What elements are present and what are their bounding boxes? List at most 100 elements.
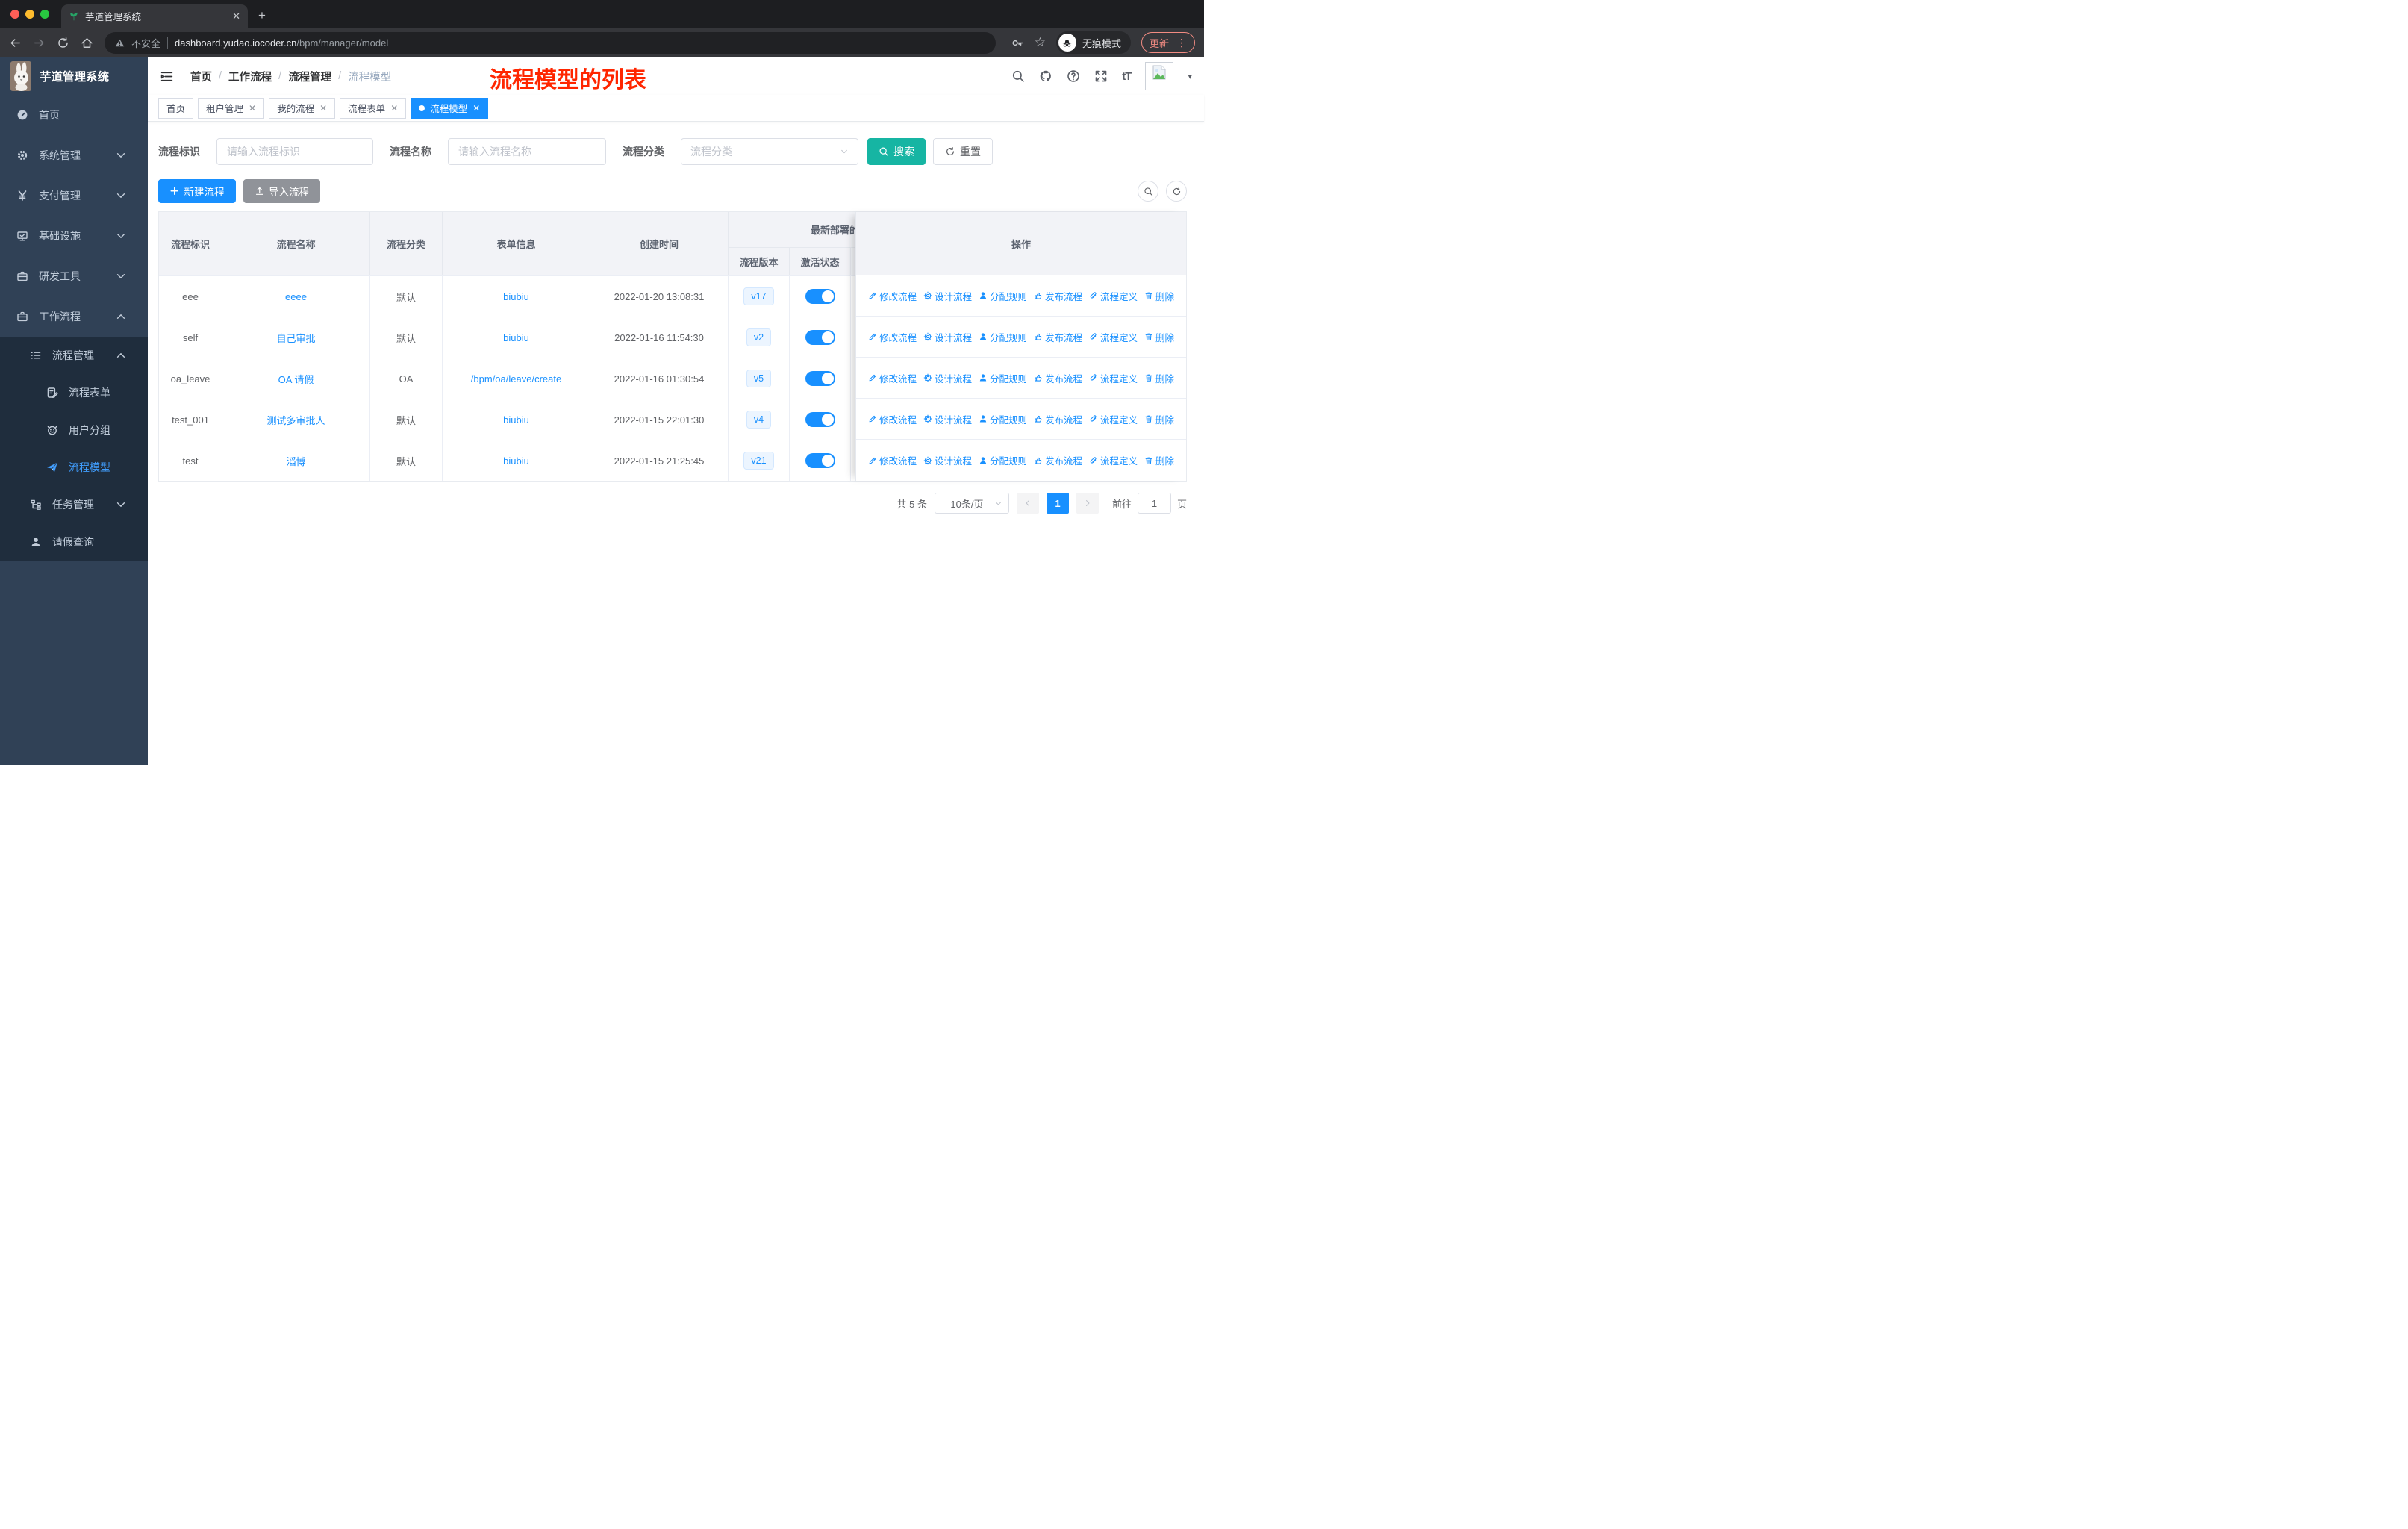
github-icon[interactable]: [1039, 69, 1052, 83]
action-分配规则[interactable]: 分配规则: [979, 412, 1027, 426]
not-secure-label[interactable]: 不安全: [131, 36, 160, 50]
action-发布流程[interactable]: 发布流程: [1034, 412, 1082, 426]
sidebar-item-任务管理[interactable]: 任务管理: [0, 486, 148, 523]
action-设计流程[interactable]: 设计流程: [923, 371, 972, 385]
version-badge[interactable]: v4: [746, 411, 772, 429]
refresh-table-button[interactable]: [1166, 181, 1187, 202]
action-删除[interactable]: 删除: [1144, 412, 1174, 426]
tab-close-icon[interactable]: ✕: [232, 10, 240, 22]
import-process-button[interactable]: 导入流程: [243, 179, 320, 203]
action-发布流程[interactable]: 发布流程: [1034, 289, 1082, 303]
sidebar-item-流程模型[interactable]: 流程模型: [0, 449, 148, 486]
sidebar-item-工作流程[interactable]: 工作流程: [0, 296, 148, 337]
action-发布流程[interactable]: 发布流程: [1034, 453, 1082, 467]
url-text[interactable]: dashboard.yudao.iocoder.cn/bpm/manager/m…: [175, 37, 388, 49]
window-minimize-button[interactable]: [25, 9, 34, 19]
form-info-link[interactable]: /bpm/oa/leave/create: [471, 373, 561, 384]
url-bar[interactable]: 不安全 dashboard.yudao.iocoder.cn/bpm/manag…: [105, 31, 996, 54]
reset-button[interactable]: 重置: [933, 138, 993, 165]
forward-icon[interactable]: [33, 37, 46, 49]
reload-icon[interactable]: [57, 37, 69, 49]
action-修改流程[interactable]: 修改流程: [868, 412, 917, 426]
sidebar-collapse-icon[interactable]: [160, 69, 174, 84]
version-badge[interactable]: v21: [743, 452, 774, 470]
sidebar-item-请假查询[interactable]: 请假查询: [0, 523, 148, 561]
action-设计流程[interactable]: 设计流程: [923, 330, 972, 344]
action-发布流程[interactable]: 发布流程: [1034, 371, 1082, 385]
action-流程定义[interactable]: 流程定义: [1089, 330, 1138, 344]
bookmark-star-icon[interactable]: ☆: [1035, 35, 1046, 50]
sidebar-item-首页[interactable]: 首页: [0, 95, 148, 135]
process-name-link[interactable]: OA 请假: [278, 372, 314, 386]
form-info-link[interactable]: biubiu: [503, 291, 529, 302]
form-info-link[interactable]: biubiu: [503, 332, 529, 343]
process-name-link[interactable]: 测试多审批人: [266, 413, 325, 427]
update-chip[interactable]: 更新 ⋮: [1141, 32, 1195, 53]
update-label[interactable]: 更新: [1150, 36, 1169, 50]
not-secure-warning-icon[interactable]: [115, 38, 125, 48]
action-分配规则[interactable]: 分配规则: [979, 453, 1027, 467]
sidebar-item-系统管理[interactable]: 系统管理: [0, 135, 148, 175]
active-toggle[interactable]: [805, 371, 835, 386]
action-分配规则[interactable]: 分配规则: [979, 289, 1027, 303]
tag-close-icon[interactable]: ✕: [472, 103, 480, 113]
filter-category-select[interactable]: 流程分类: [681, 138, 858, 165]
tag-租户管理[interactable]: 租户管理 ✕: [198, 97, 265, 119]
window-close-button[interactable]: [10, 9, 19, 19]
tag-流程表单[interactable]: 流程表单 ✕: [340, 97, 407, 119]
action-修改流程[interactable]: 修改流程: [868, 330, 917, 344]
help-icon[interactable]: [1067, 69, 1080, 83]
sidebar-item-基础设施[interactable]: 基础设施: [0, 216, 148, 256]
tag-我的流程[interactable]: 我的流程 ✕: [269, 97, 336, 119]
font-size-icon[interactable]: tT: [1122, 70, 1132, 83]
browser-menu-icon[interactable]: ⋮: [1176, 37, 1187, 49]
version-badge[interactable]: v2: [746, 328, 772, 346]
sidebar-item-流程管理[interactable]: 流程管理: [0, 337, 148, 374]
current-page-button[interactable]: 1: [1046, 493, 1069, 514]
breadcrumb-item-工作流程[interactable]: 工作流程: [228, 69, 272, 84]
action-删除[interactable]: 删除: [1144, 330, 1174, 344]
tag-close-icon[interactable]: ✕: [249, 103, 256, 113]
version-badge[interactable]: v17: [743, 287, 774, 305]
action-流程定义[interactable]: 流程定义: [1089, 289, 1138, 303]
fullscreen-icon[interactable]: [1094, 69, 1108, 83]
header-search-icon[interactable]: [1011, 69, 1025, 83]
show-search-button[interactable]: [1138, 181, 1158, 202]
action-流程定义[interactable]: 流程定义: [1089, 453, 1138, 467]
sidebar-item-研发工具[interactable]: 研发工具: [0, 256, 148, 296]
action-删除[interactable]: 删除: [1144, 453, 1174, 467]
action-删除[interactable]: 删除: [1144, 289, 1174, 303]
action-修改流程[interactable]: 修改流程: [868, 289, 917, 303]
action-流程定义[interactable]: 流程定义: [1089, 412, 1138, 426]
action-修改流程[interactable]: 修改流程: [868, 453, 917, 467]
action-设计流程[interactable]: 设计流程: [923, 453, 972, 467]
avatar[interactable]: [1145, 62, 1174, 90]
filter-name-input[interactable]: [448, 138, 606, 165]
action-设计流程[interactable]: 设计流程: [923, 412, 972, 426]
goto-page-input[interactable]: [1137, 493, 1171, 514]
process-name-link[interactable]: 滔博: [286, 454, 305, 468]
next-page-button[interactable]: [1076, 493, 1099, 514]
form-info-link[interactable]: biubiu: [503, 455, 529, 467]
tag-close-icon[interactable]: ✕: [390, 103, 398, 113]
sidebar-item-支付管理[interactable]: 支付管理: [0, 175, 148, 216]
process-name-link[interactable]: 自己审批: [276, 331, 315, 345]
password-key-icon[interactable]: [1011, 37, 1024, 49]
active-toggle[interactable]: [805, 453, 835, 468]
action-发布流程[interactable]: 发布流程: [1034, 330, 1082, 344]
sidebar-item-用户分组[interactable]: 用户分组: [0, 411, 148, 449]
breadcrumb-item-首页[interactable]: 首页: [190, 69, 212, 84]
page-size-select[interactable]: 10条/页: [934, 493, 1009, 514]
action-分配规则[interactable]: 分配规则: [979, 330, 1027, 344]
prev-page-button[interactable]: [1016, 493, 1039, 514]
action-分配规则[interactable]: 分配规则: [979, 371, 1027, 385]
search-button[interactable]: 搜索: [867, 138, 926, 165]
form-info-link[interactable]: biubiu: [503, 414, 529, 426]
active-toggle[interactable]: [805, 412, 835, 427]
tag-首页[interactable]: 首页: [158, 97, 194, 119]
process-name-link[interactable]: eeee: [285, 291, 307, 302]
new-tab-button[interactable]: +: [258, 8, 266, 23]
action-修改流程[interactable]: 修改流程: [868, 371, 917, 385]
version-badge[interactable]: v5: [746, 370, 772, 387]
tag-close-icon[interactable]: ✕: [319, 103, 327, 113]
